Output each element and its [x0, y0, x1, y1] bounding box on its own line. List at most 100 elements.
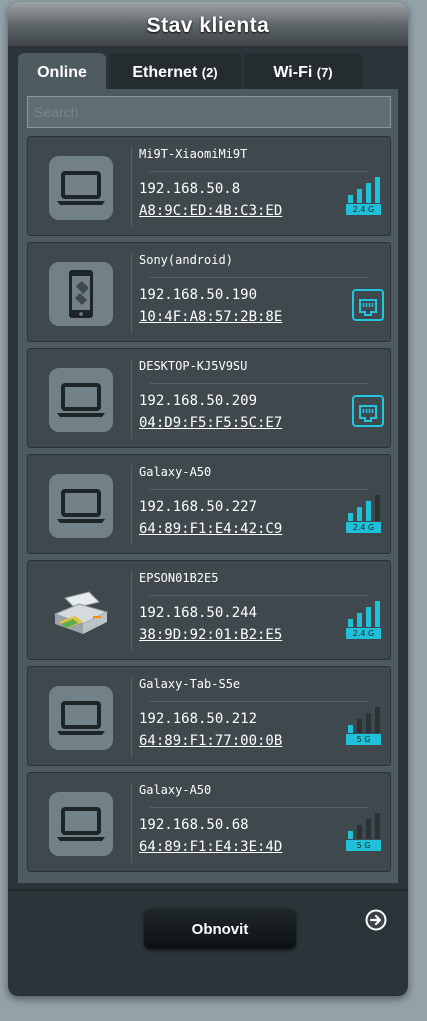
client-card[interactable]: Galaxy-A50 192.168.50.68 64:89:F1:E4:3E:4D… [27, 772, 391, 872]
client-name: Galaxy-Tab-S5e [139, 677, 241, 691]
signal-bar [366, 183, 371, 203]
signal-bar [366, 819, 371, 839]
client-name: Galaxy-A50 [139, 783, 212, 797]
laptop-icon [49, 474, 113, 538]
name-underline [150, 595, 368, 596]
name-underline [150, 171, 368, 172]
tab-wifi-label: Wi-Fi [273, 64, 313, 81]
card-divider [131, 677, 132, 757]
client-card[interactable]: EPSON01B2E5 192.168.50.244 38:9D:92:01:B2:… [27, 560, 391, 660]
client-card[interactable]: DESKTOP-KJ5V9SU 192.168.50.209 04:D9:F5:F5… [27, 348, 391, 448]
title-bar: Stav klienta [8, 2, 408, 46]
client-mac-link[interactable]: 10:4F:A8:57:2B:8E [139, 309, 282, 325]
signal-bar [366, 501, 371, 521]
card-divider [131, 359, 132, 439]
wifi-signal-badge: 2.4 G [346, 495, 382, 535]
client-mac-link[interactable]: 04:D9:F5:F5:5C:E7 [139, 415, 282, 431]
signal-strength-icon [346, 601, 382, 627]
signal-bar [375, 813, 380, 839]
printer-icon [49, 580, 113, 644]
wifi-signal-badge: 5 G [346, 707, 382, 747]
ethernet-port-icon [352, 289, 384, 321]
signal-bar [348, 725, 353, 733]
wifi-signal-badge: 5 G [346, 813, 382, 853]
tab-ethernet-count: (2) [201, 65, 218, 80]
signal-bar [366, 713, 371, 733]
signal-strength-icon [346, 707, 382, 733]
signal-bar [375, 707, 380, 733]
client-ip: 192.168.50.209 [139, 393, 258, 409]
card-divider [131, 465, 132, 545]
tab-online-label: Online [37, 64, 87, 81]
client-mac-link[interactable]: A8:9C:ED:4B:C3:ED [139, 203, 282, 219]
client-mac-link[interactable]: 64:89:F1:77:00:0B [139, 733, 282, 749]
client-name: DESKTOP-KJ5V9SU [139, 359, 248, 373]
client-card[interactable]: Galaxy-Tab-S5e 192.168.50.212 64:89:F1:77:… [27, 666, 391, 766]
client-mac-link[interactable]: 64:89:F1:E4:42:C9 [139, 521, 282, 537]
band-label: 5 G [346, 734, 381, 745]
phone-icon [49, 262, 113, 326]
signal-strength-icon [346, 495, 382, 521]
signal-bar [375, 177, 380, 203]
name-underline [150, 489, 368, 490]
wifi-signal-badge: 2.4 G [346, 601, 382, 641]
signal-bar [348, 195, 353, 203]
name-underline [150, 277, 368, 278]
client-ip: 192.168.50.227 [139, 499, 258, 515]
client-mac-link[interactable]: 64:89:F1:E4:3E:4D [139, 839, 282, 855]
client-ip: 192.168.50.8 [139, 181, 241, 197]
signal-bar [366, 607, 371, 627]
tab-ethernet[interactable]: Ethernet (2) [109, 53, 241, 89]
signal-bar [375, 495, 380, 521]
ethernet-port-icon [352, 395, 384, 427]
name-underline [150, 807, 368, 808]
card-divider [131, 783, 132, 863]
client-name: Galaxy-A50 [139, 465, 212, 479]
arrow-right-circle-icon[interactable] [365, 909, 387, 931]
client-name: Mi9T-XiaomiMi9T [139, 147, 248, 161]
client-list-area: Mi9T-XiaomiMi9T 192.168.50.8 A8:9C:ED:4B:C… [18, 89, 398, 883]
band-label: 2.4 G [346, 628, 381, 639]
refresh-button[interactable]: Obnovit [144, 909, 296, 949]
footer-divider [8, 889, 408, 891]
band-label: 5 G [346, 840, 381, 851]
card-divider [131, 147, 132, 227]
card-divider [131, 253, 132, 333]
client-name: EPSON01B2E5 [139, 571, 219, 585]
signal-bar [357, 825, 362, 839]
name-underline [150, 701, 368, 702]
client-status-panel: Stav klienta Online Ethernet (2) Wi-Fi (… [8, 2, 408, 996]
signal-bar [357, 613, 362, 627]
laptop-icon [49, 792, 113, 856]
client-card[interactable]: Sony(android) 192.168.50.190 10:4F:A8:57:2… [27, 242, 391, 342]
band-label: 2.4 G [346, 204, 381, 215]
client-card[interactable]: Galaxy-A50 192.168.50.227 64:89:F1:E4:42:C… [27, 454, 391, 554]
wifi-signal-badge: 2.4 G [346, 177, 382, 217]
band-label: 2.4 G [346, 522, 381, 533]
tab-online[interactable]: Online [18, 53, 106, 89]
signal-bar [348, 513, 353, 521]
laptop-icon [49, 686, 113, 750]
signal-bar [357, 189, 362, 203]
panel-title: Stav klienta [146, 14, 270, 37]
client-name: Sony(android) [139, 253, 233, 267]
client-ip: 192.168.50.244 [139, 605, 258, 621]
tab-wifi[interactable]: Wi-Fi (7) [244, 53, 362, 89]
signal-bar [375, 601, 380, 627]
signal-strength-icon [346, 177, 382, 203]
signal-bar [348, 619, 353, 627]
client-ip: 192.168.50.190 [139, 287, 258, 303]
client-mac-link[interactable]: 38:9D:92:01:B2:E5 [139, 627, 282, 643]
client-ip: 192.168.50.68 [139, 817, 249, 833]
client-ip: 192.168.50.212 [139, 711, 258, 727]
client-card[interactable]: Mi9T-XiaomiMi9T 192.168.50.8 A8:9C:ED:4B:C… [27, 136, 391, 236]
tab-wifi-count: (7) [316, 65, 333, 80]
card-divider [131, 571, 132, 651]
signal-strength-icon [346, 813, 382, 839]
name-underline [150, 383, 368, 384]
laptop-icon [49, 368, 113, 432]
search-input[interactable] [27, 96, 391, 128]
signal-bar [348, 831, 353, 839]
tab-ethernet-label: Ethernet [132, 64, 198, 81]
laptop-icon [49, 156, 113, 220]
